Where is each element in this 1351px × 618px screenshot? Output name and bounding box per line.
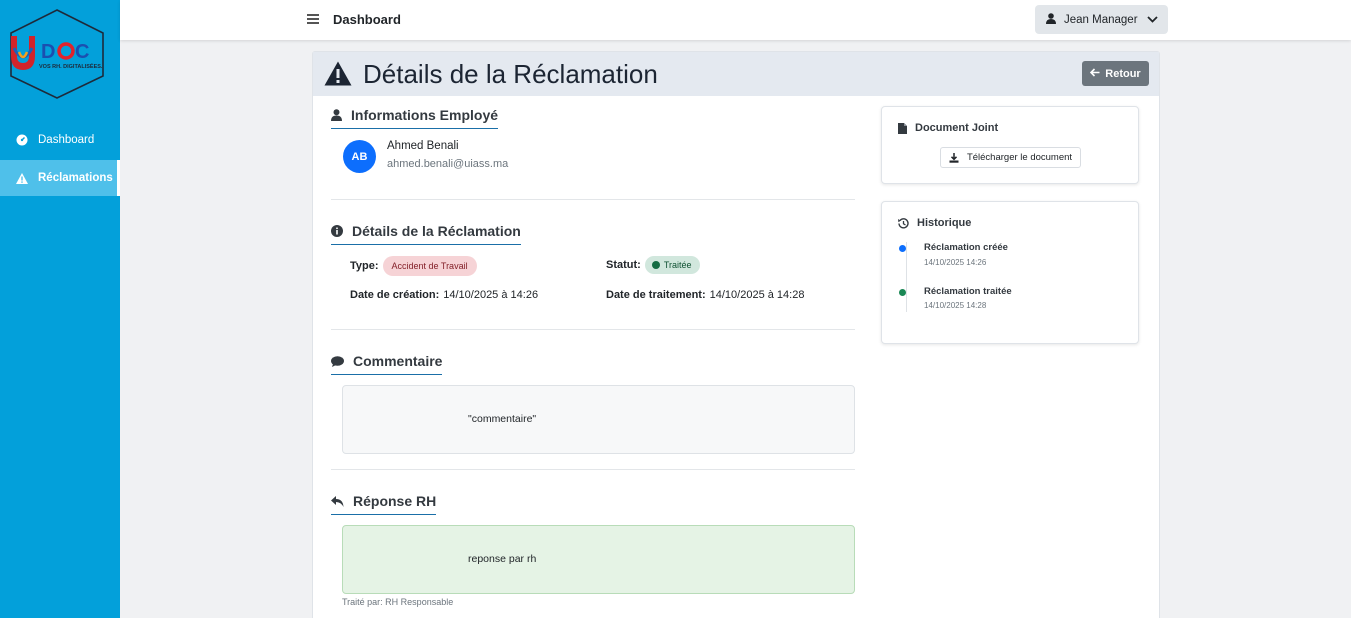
- sidebar-item-reclamations[interactable]: Réclamations: [0, 160, 120, 196]
- response-text: reponse par rh: [468, 553, 537, 565]
- section-title-employee: Informations Employé: [331, 107, 499, 129]
- history-card-title: Historique: [898, 217, 971, 229]
- user-menu-button[interactable]: Jean Manager: [1035, 5, 1168, 34]
- timeline-event-date: 14/10/2025 14:26: [924, 258, 987, 267]
- file-icon: [898, 122, 907, 134]
- card-header: Détails de la Réclamation Retour: [313, 52, 1159, 96]
- download-icon: [949, 152, 959, 163]
- timeline-dot-icon: [899, 245, 906, 252]
- sidebar-item-label: Réclamations: [38, 172, 113, 184]
- info-icon: [331, 225, 343, 237]
- type-field: Type: Accident de Travail: [350, 256, 477, 276]
- comment-icon: [331, 355, 344, 367]
- page-title: Détails de la Réclamation: [363, 59, 658, 89]
- svg-text:D: D: [41, 41, 55, 63]
- section-title-response: Réponse RH: [331, 493, 437, 515]
- section-title-comment: Commentaire: [331, 353, 443, 375]
- employee-name: Ahmed Benali: [387, 140, 459, 152]
- status-badge: Traitée: [644, 256, 700, 274]
- status-dot-icon: [651, 261, 660, 269]
- timeline-dot-icon: [899, 289, 906, 296]
- topbar: Dashboard Jean Manager: [120, 0, 1351, 40]
- sidebar-item-label: Dashboard: [38, 134, 95, 146]
- user-name: Jean Manager: [1064, 13, 1138, 26]
- timeline-event-title: Réclamation créée: [924, 242, 1008, 253]
- document-card-title: Document Joint: [898, 122, 998, 134]
- avatar: AB: [343, 140, 376, 173]
- type-badge: Accident de Travail: [382, 256, 477, 276]
- timeline-event-title: Réclamation traitée: [924, 286, 1012, 297]
- user-icon: [1046, 12, 1056, 27]
- comment-text: "commentaire": [468, 413, 537, 425]
- back-button[interactable]: Retour: [1082, 61, 1149, 86]
- processed-date-field: Date de traitement: 14/10/2025 à 14:28: [606, 289, 805, 301]
- employee-email: ahmed.benali@uiass.ma: [387, 158, 509, 170]
- gauge-icon: [16, 134, 28, 146]
- sidebar-item-dashboard[interactable]: Dashboard: [0, 122, 120, 158]
- topbar-title: Dashboard: [333, 12, 401, 27]
- arrow-left-icon: [1090, 67, 1100, 80]
- back-button-label: Retour: [1105, 67, 1141, 80]
- chevron-down-icon: [1146, 14, 1158, 26]
- response-box: reponse par rh: [342, 525, 855, 594]
- svg-text:C: C: [75, 41, 89, 63]
- warning-icon: [16, 172, 28, 184]
- history-icon: [898, 217, 909, 229]
- created-date-field: Date de création: 14/10/2025 à 14:26: [350, 289, 539, 301]
- comment-box: "commentaire": [342, 385, 855, 454]
- divider: [331, 329, 855, 330]
- warning-icon: [324, 61, 352, 86]
- divider: [331, 199, 855, 200]
- history-card: Historique Réclamation créée 14/10/2025 …: [881, 201, 1139, 344]
- timeline-event-date: 14/10/2025 14:28: [924, 301, 987, 310]
- reply-icon: [331, 495, 344, 507]
- divider: [331, 469, 855, 470]
- document-card: Document Joint Télécharger le document: [881, 106, 1139, 184]
- svg-text:VOS RH. DIGITALISÉES.: VOS RH. DIGITALISÉES.: [39, 62, 103, 70]
- udoc-logo[interactable]: D C VOS RH. DIGITALISÉES.: [5, 8, 109, 100]
- status-field: Statut: Traitée: [606, 256, 700, 274]
- user-icon: [331, 109, 342, 121]
- treated-by: Traité par: RH Responsable: [342, 597, 454, 607]
- download-document-button[interactable]: Télécharger le document: [940, 147, 1081, 168]
- sidebar: D C VOS RH. DIGITALISÉES. Dashboard Récl…: [0, 0, 120, 618]
- section-title-details: Détails de la Réclamation: [331, 223, 521, 245]
- timeline-line: [906, 242, 907, 312]
- menu-icon[interactable]: [307, 12, 319, 26]
